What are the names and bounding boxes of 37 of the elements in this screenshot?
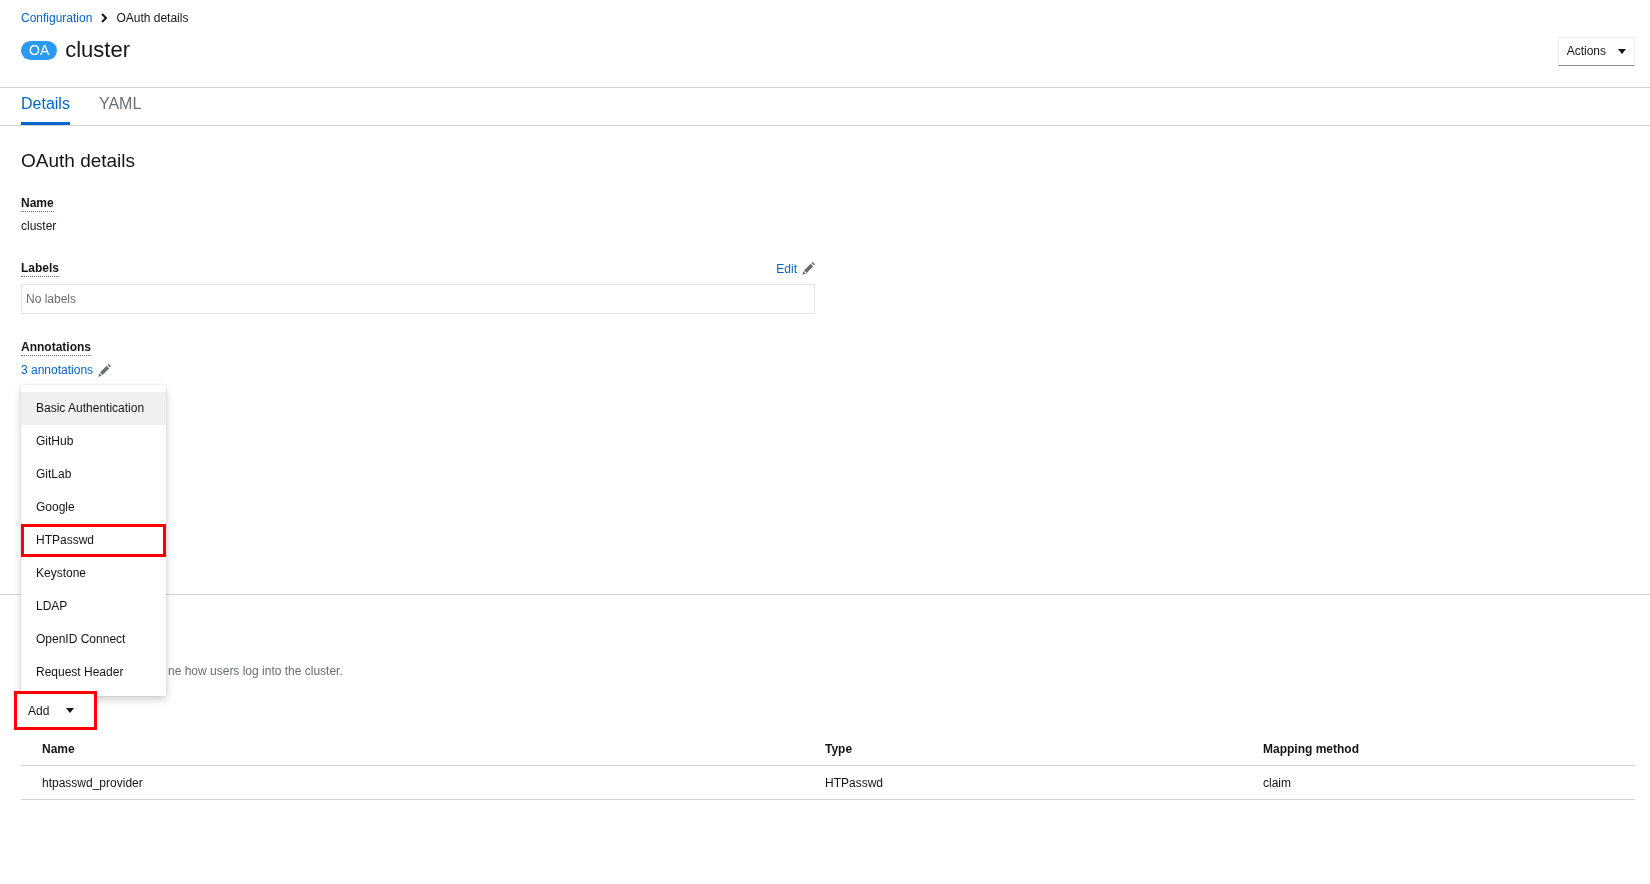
chevron-icon bbox=[101, 13, 108, 23]
menu-item[interactable]: OpenID Connect bbox=[21, 623, 166, 656]
column-header: Type bbox=[825, 732, 1263, 766]
menu-item[interactable]: LDAP bbox=[21, 590, 166, 623]
table-cell: claim bbox=[1263, 766, 1635, 800]
annotations-link[interactable]: 3 annotations bbox=[21, 362, 112, 378]
caret-icon bbox=[1618, 48, 1626, 54]
empty-labels-text: No labels bbox=[26, 292, 77, 306]
tab[interactable]: YAML bbox=[98, 88, 142, 125]
pencil-icon bbox=[802, 262, 815, 275]
tab[interactable]: Details bbox=[21, 88, 70, 125]
menu-item[interactable]: Google bbox=[21, 491, 166, 524]
field-value: cluster bbox=[21, 218, 57, 234]
actions-button[interactable]: Actions bbox=[1557, 36, 1635, 66]
edit-link[interactable]: Edit bbox=[776, 260, 815, 277]
caret-icon bbox=[66, 708, 74, 713]
menu-item[interactable]: GitHub bbox=[21, 425, 166, 458]
add-button[interactable]: Add bbox=[14, 691, 97, 730]
breadcrumb-current: OAuth details bbox=[116, 10, 189, 26]
menu-item[interactable]: Basic Authentication bbox=[21, 392, 166, 425]
table-cell: htpasswd_provider bbox=[21, 766, 825, 800]
field-label: Labels bbox=[21, 260, 59, 277]
section-description: ne how users log into the cluster. bbox=[168, 663, 343, 679]
page-title: cluster bbox=[65, 36, 131, 64]
column-header: Name bbox=[21, 732, 825, 766]
menu-item[interactable]: Keystone bbox=[21, 557, 166, 590]
menu-item[interactable]: HTPasswd bbox=[21, 524, 166, 557]
table-cell: HTPasswd bbox=[825, 766, 1263, 800]
pencil-icon bbox=[98, 363, 112, 377]
menu-item[interactable]: GitLab bbox=[21, 458, 166, 491]
menu-item[interactable]: Request Header bbox=[21, 656, 166, 689]
section-heading: OAuth details bbox=[21, 149, 136, 173]
field-label: Annotations bbox=[21, 339, 91, 356]
breadcrumb-link[interactable]: Configuration bbox=[21, 10, 93, 26]
resource-badge: OA bbox=[21, 40, 58, 60]
field-label: Name bbox=[21, 195, 54, 212]
column-header: Mapping method bbox=[1263, 732, 1635, 766]
